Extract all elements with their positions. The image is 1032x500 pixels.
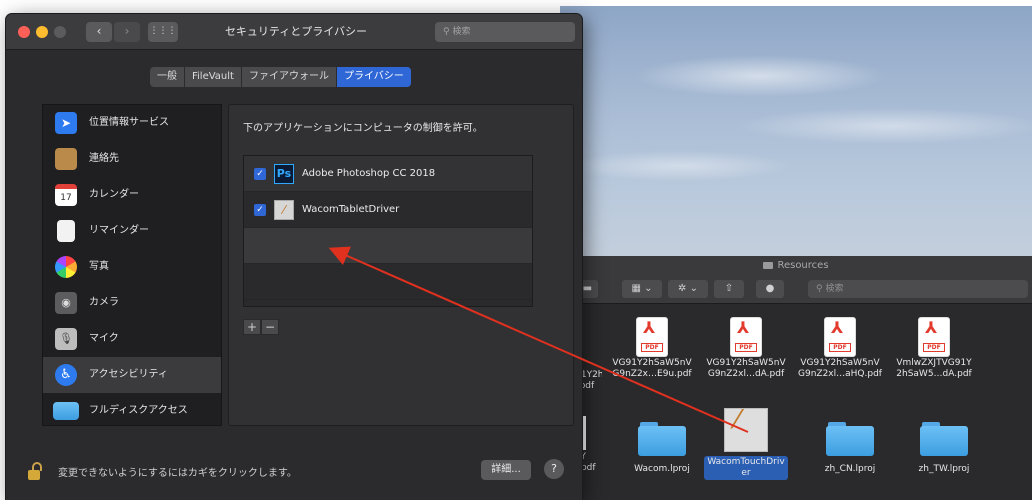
sidebar-item-full-disk-access[interactable]: フルディスクアクセス [43, 393, 221, 429]
folder-icon [826, 420, 874, 456]
accessibility-icon: ♿ [55, 364, 77, 386]
tab-bar: 一般 FileVault ファイアウォール プライバシー [150, 67, 411, 87]
grid-icon: ⋮⋮⋮ [149, 26, 177, 36]
security-privacy-window: ‹ › ⋮⋮⋮ セキュリティとプライバシー ⚲ 検索 一般 FileVault … [6, 14, 582, 500]
photoshop-checkbox[interactable]: ✓ [254, 168, 266, 180]
zoom-button[interactable] [54, 26, 66, 38]
folder-icon [763, 261, 774, 269]
forward-button[interactable]: › [114, 22, 140, 42]
app-name: WacomTabletDriver [302, 204, 400, 215]
privacy-sidebar: ➤ 位置情報サービス 連絡先 17 カレンダー リマインダー 写真 ◉ カメラ … [42, 104, 222, 426]
folder-icon [920, 420, 968, 456]
photos-flower-icon [55, 256, 77, 278]
sidebar-item-photos[interactable]: 写真 [43, 249, 221, 285]
window-title: セキュリティとプライバシー [224, 25, 368, 38]
sidebar-item-calendar[interactable]: 17 カレンダー [43, 177, 221, 213]
search-icon: ⚲ [816, 284, 823, 294]
sidebar-item-reminders[interactable]: リマインダー [43, 213, 221, 249]
app-name: Adobe Photoshop CC 2018 [302, 168, 436, 179]
tag-button[interactable]: ● [756, 280, 784, 298]
tab-filevault[interactable]: FileVault [185, 67, 242, 87]
add-app-button[interactable]: + [243, 319, 261, 335]
lock-instruction-text: 変更できないようにするにはカギをクリックします。 [58, 468, 297, 479]
finder-titlebar: Resources [560, 256, 1032, 276]
camera-icon: ◉ [55, 292, 77, 314]
folder-icon [638, 420, 686, 456]
file-item[interactable]: ⅄ PDF VmlwZXJTVG91Y 2hSaW5…dA.pdf [888, 318, 980, 380]
help-button[interactable]: ? [544, 459, 564, 479]
microphone-icon: 🎙 [55, 328, 77, 350]
tab-privacy[interactable]: プライバシー [336, 67, 411, 87]
chevron-right-icon: › [124, 24, 130, 38]
contacts-book-icon [55, 148, 77, 170]
action-gear-button[interactable]: ✲ ⌄ [668, 280, 708, 298]
finder-window: Resources ▭ ▬ ▦ ⌄ ✲ ⌄ ⇧ ● ⚲ 検索 VG91Y2hSa… [560, 256, 1032, 500]
privacy-content-panel: 下のアプリケーションにコンピュータの制御を許可。 ✓ Ps Adobe Phot… [228, 104, 574, 426]
desktop-wallpaper [560, 6, 1032, 266]
file-item[interactable]: Wacom.lproj [616, 420, 708, 475]
search-icon: ⚲ [443, 27, 450, 37]
window-footer: 変更できないようにするにはカギをクリックします。 詳細... ? [6, 430, 582, 500]
minimize-button[interactable] [36, 26, 48, 38]
wacom-app-icon: ⁄ [274, 200, 294, 220]
sidebar-item-location-services[interactable]: ➤ 位置情報サービス [43, 105, 221, 141]
sidebar-item-accessibility[interactable]: ♿ アクセシビリティ [43, 357, 221, 393]
finder-title: Resources [777, 260, 829, 271]
reminders-icon [57, 220, 75, 242]
sidebar-item-contacts[interactable]: 連絡先 [43, 141, 221, 177]
titlebar: ‹ › ⋮⋮⋮ セキュリティとプライバシー ⚲ 検索 [6, 14, 582, 50]
app-row-empty [244, 228, 532, 264]
add-remove-controls: + − [243, 319, 279, 335]
photoshop-icon: Ps [274, 164, 294, 184]
finder-search-input[interactable]: ⚲ 検索 [808, 280, 1028, 298]
file-item[interactable]: ⅄ PDF VG91Y2hSaW5nV G9nZ2xl…dA.pdf [700, 318, 792, 380]
accessibility-description: 下のアプリケーションにコンピュータの制御を許可。 [243, 123, 483, 134]
back-button[interactable]: ‹ [86, 22, 112, 42]
finder-toolbar: ▭ ▬ ▦ ⌄ ✲ ⌄ ⇧ ● ⚲ 検索 [560, 276, 1032, 304]
app-row-empty [244, 264, 532, 300]
sidebar-item-camera[interactable]: ◉ カメラ [43, 285, 221, 321]
pdf-file-icon: ⅄ PDF [637, 318, 667, 356]
location-arrow-icon: ➤ [55, 112, 77, 134]
file-item[interactable]: ⅄ PDF VG91Y2hSaW5nV G9nZ2xl…aHQ.pdf [794, 318, 886, 380]
wacom-app-icon: ⁄ [724, 407, 768, 452]
search-input[interactable]: ⚲ 検索 [435, 22, 575, 42]
share-button[interactable]: ⇧ [714, 280, 744, 298]
view-options-button[interactable]: ▦ ⌄ [622, 280, 662, 298]
show-all-button[interactable]: ⋮⋮⋮ [148, 22, 178, 42]
file-item[interactable]: zh_TW.lproj [898, 420, 990, 475]
lock-icon[interactable] [28, 462, 42, 480]
pdf-file-icon: ⅄ PDF [825, 318, 855, 356]
sidebar-item-microphone[interactable]: 🎙 マイク [43, 321, 221, 357]
close-button[interactable] [18, 26, 30, 38]
pdf-file-icon: ⅄ PDF [919, 318, 949, 356]
app-row-wacom[interactable]: ✓ ⁄ WacomTabletDriver [244, 192, 532, 228]
app-list: ✓ Ps Adobe Photoshop CC 2018 ✓ ⁄ WacomTa… [243, 155, 533, 307]
pdf-file-icon: ⅄ PDF [731, 318, 761, 356]
file-item[interactable]: ⅄ PDF VG91Y2hSaW5nV G9nZ2x…E9u.pdf [606, 318, 698, 380]
remove-app-button[interactable]: − [261, 319, 279, 335]
file-item[interactable]: zh_CN.lproj [804, 420, 896, 475]
advanced-button[interactable]: 詳細... [481, 460, 531, 480]
folder-icon [53, 402, 79, 420]
wacom-checkbox[interactable]: ✓ [254, 204, 266, 216]
app-row-photoshop[interactable]: ✓ Ps Adobe Photoshop CC 2018 [244, 156, 532, 192]
chevron-left-icon: ‹ [96, 24, 102, 38]
file-item-selected[interactable]: ⁄ WacomTouchDriv er [700, 407, 792, 480]
tab-general[interactable]: 一般 [150, 67, 185, 87]
tab-firewall[interactable]: ファイアウォール [242, 67, 337, 87]
calendar-icon: 17 [55, 184, 77, 206]
